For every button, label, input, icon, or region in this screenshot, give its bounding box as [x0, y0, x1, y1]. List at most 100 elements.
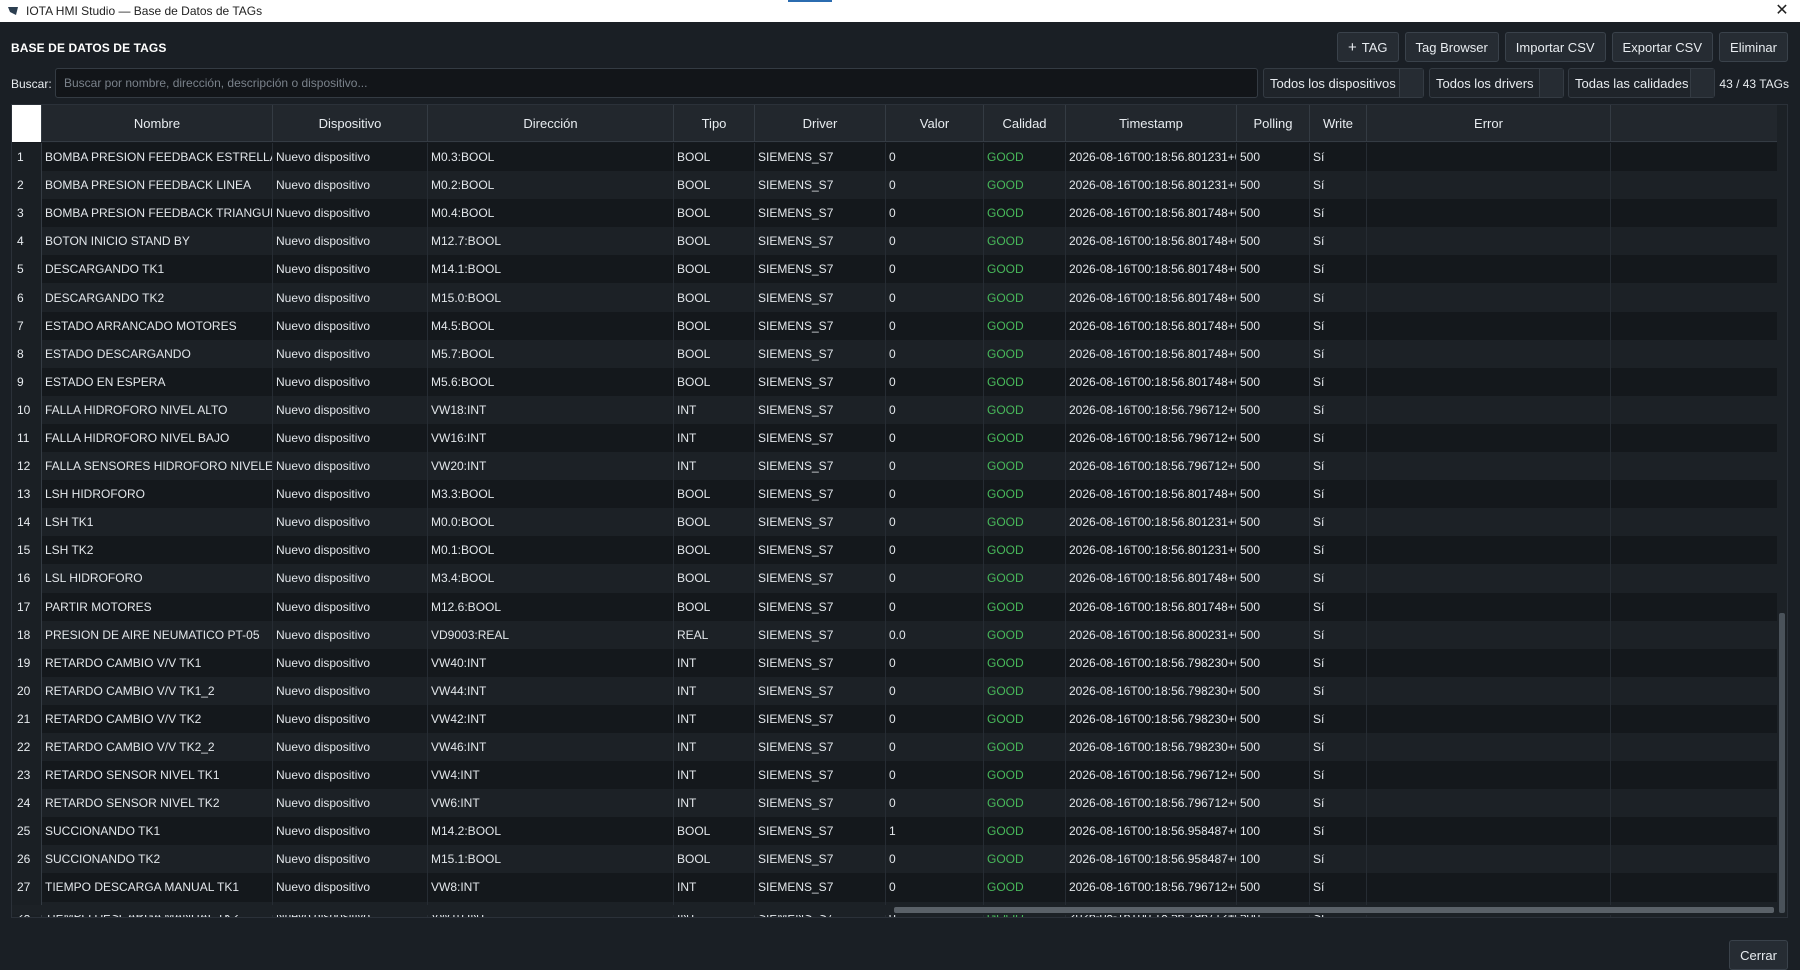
cell-write[interactable]: Sí	[1310, 367, 1367, 396]
driver-filter-select[interactable]: Todos los drivers	[1429, 68, 1564, 98]
cell-value[interactable]: 0	[886, 704, 984, 733]
cell-error[interactable]	[1367, 704, 1611, 733]
cell-timestamp[interactable]: 2026-08-16T00:18:56.796712+00:...	[1066, 452, 1237, 481]
column-header-error[interactable]: Error	[1367, 105, 1611, 142]
cell-device[interactable]: Nuevo dispositivo	[273, 620, 428, 649]
cell-address[interactable]: M12.7:BOOL	[428, 227, 674, 256]
cell-timestamp[interactable]: 2026-08-16T00:18:56.798230+00:...	[1066, 704, 1237, 733]
cell-value[interactable]: 0.0	[886, 620, 984, 649]
cell-address[interactable]: M0.3:BOOL	[428, 143, 674, 172]
cell-quality[interactable]: GOOD	[984, 592, 1066, 621]
cell-type[interactable]: REAL	[674, 620, 755, 649]
cell-driver[interactable]: SIEMENS_S7	[755, 536, 886, 565]
cell-address[interactable]: M3.4:BOOL	[428, 564, 674, 593]
cell-name[interactable]: DESCARGANDO TK2	[42, 283, 273, 312]
cell-name[interactable]: ESTADO DESCARGANDO	[42, 339, 273, 368]
cell-driver[interactable]: SIEMENS_S7	[755, 732, 886, 762]
table-row[interactable]: 25 SUCCIONANDO TK1 Nuevo dispositivo M14.2:…	[12, 817, 1777, 846]
cell-value[interactable]: 1	[886, 817, 984, 846]
cell-name[interactable]: RETARDO CAMBIO V/V TK1_2	[42, 676, 273, 705]
import-csv-button[interactable]: Importar CSV	[1504, 32, 1606, 62]
cell-address[interactable]: VW18:INT	[428, 395, 674, 424]
row-number-cell[interactable]: 18	[12, 620, 42, 649]
cell-device[interactable]: Nuevo dispositivo	[273, 676, 428, 705]
cell-value[interactable]: 0	[886, 283, 984, 312]
cell-timestamp[interactable]: 2026-08-16T00:18:56.796712+00:...	[1066, 423, 1237, 453]
cell-driver[interactable]: SIEMENS_S7	[755, 452, 886, 481]
cell-address[interactable]: VW4:INT	[428, 761, 674, 790]
cell-name[interactable]: RETARDO SENSOR NIVEL TK1	[42, 761, 273, 790]
table-row[interactable]: 7 ESTADO ARRANCADO MOTORES Nuevo dispositi…	[12, 311, 1777, 340]
row-number-cell[interactable]: 2	[12, 171, 42, 200]
cell-polling[interactable]: 500	[1237, 704, 1310, 733]
cell-name[interactable]: SUCCIONANDO TK1	[42, 817, 273, 846]
cell-write[interactable]: Sí	[1310, 789, 1367, 818]
cell-quality[interactable]: GOOD	[984, 817, 1066, 846]
row-number-cell[interactable]: 27	[12, 873, 42, 902]
cell-timestamp[interactable]: 2026-08-16T00:18:56.801748+00:...	[1066, 592, 1237, 621]
column-header-polling[interactable]: Polling	[1237, 105, 1310, 142]
column-header-timestamp[interactable]: Timestamp	[1066, 105, 1237, 142]
cell-write[interactable]: Sí	[1310, 395, 1367, 424]
cell-write[interactable]: Sí	[1310, 143, 1367, 172]
cell-error[interactable]	[1367, 789, 1611, 818]
cell-type[interactable]: INT	[674, 732, 755, 762]
cell-driver[interactable]: SIEMENS_S7	[755, 789, 886, 818]
cell-type[interactable]: BOOL	[674, 536, 755, 565]
cell-device[interactable]: Nuevo dispositivo	[273, 395, 428, 424]
cell-address[interactable]: VD9003:REAL	[428, 620, 674, 649]
cell-polling[interactable]: 500	[1237, 564, 1310, 593]
cell-value[interactable]: 0	[886, 592, 984, 621]
cell-type[interactable]: INT	[674, 761, 755, 790]
close-button[interactable]: Cerrar	[1729, 940, 1788, 970]
cell-value[interactable]: 0	[886, 395, 984, 424]
row-number-cell[interactable]: 9	[12, 367, 42, 396]
cell-error[interactable]	[1367, 423, 1611, 453]
cell-address[interactable]: VW42:INT	[428, 704, 674, 733]
cell-write[interactable]: Sí	[1310, 564, 1367, 593]
cell-timestamp[interactable]: 2026-08-16T00:18:56.801748+00:...	[1066, 311, 1237, 340]
row-number-cell[interactable]: 10	[12, 395, 42, 424]
table-row[interactable]: 19 RETARDO CAMBIO V/V TK1 Nuevo dispositiv…	[12, 648, 1777, 677]
cell-quality[interactable]: GOOD	[984, 367, 1066, 396]
cell-name[interactable]: LSH TK1	[42, 508, 273, 537]
cell-timestamp[interactable]: 2026-08-16T00:18:56.958487+00:...	[1066, 845, 1237, 874]
column-header-driver[interactable]: Driver	[755, 105, 886, 142]
cell-write[interactable]: Sí	[1310, 283, 1367, 312]
cell-device[interactable]: Nuevo dispositivo	[273, 255, 428, 284]
cell-error[interactable]	[1367, 199, 1611, 228]
cell-address[interactable]: M0.4:BOOL	[428, 199, 674, 228]
table-row[interactable]: 13 LSH HIDROFORO Nuevo dispositivo M3.3:BOO…	[12, 480, 1777, 509]
cell-type[interactable]: BOOL	[674, 817, 755, 846]
cell-name[interactable]: SUCCIONANDO TK2	[42, 845, 273, 874]
cell-polling[interactable]: 500	[1237, 676, 1310, 705]
table-row[interactable]: 22 RETARDO CAMBIO V/V TK2_2 Nuevo disposit…	[12, 732, 1777, 762]
cell-polling[interactable]: 500	[1237, 508, 1310, 537]
delete-button[interactable]: Eliminar	[1719, 32, 1788, 62]
cell-error[interactable]	[1367, 480, 1611, 509]
cell-device[interactable]: Nuevo dispositivo	[273, 171, 428, 200]
column-header-address[interactable]: Dirección	[428, 105, 674, 142]
cell-driver[interactable]: SIEMENS_S7	[755, 845, 886, 874]
cell-device[interactable]: Nuevo dispositivo	[273, 339, 428, 368]
cell-type[interactable]: INT	[674, 395, 755, 424]
cell-type[interactable]: BOOL	[674, 227, 755, 256]
cell-timestamp[interactable]: 2026-08-16T00:18:56.801748+00:...	[1066, 367, 1237, 396]
cell-error[interactable]	[1367, 761, 1611, 790]
row-number-cell[interactable]: 24	[12, 789, 42, 818]
cell-address[interactable]: M14.1:BOOL	[428, 255, 674, 284]
cell-quality[interactable]: GOOD	[984, 536, 1066, 565]
table-row[interactable]: 8 ESTADO DESCARGANDO Nuevo dispositivo M5.7…	[12, 339, 1777, 368]
cell-driver[interactable]: SIEMENS_S7	[755, 227, 886, 256]
cell-timestamp[interactable]: 2026-08-16T00:18:56.796712+00:...	[1066, 873, 1237, 902]
cell-driver[interactable]: SIEMENS_S7	[755, 395, 886, 424]
cell-address[interactable]: M4.5:BOOL	[428, 311, 674, 340]
cell-value[interactable]: 0	[886, 564, 984, 593]
table-row[interactable]: 4 BOTON INICIO STAND BY Nuevo dispositivo M…	[12, 227, 1777, 256]
cell-polling[interactable]: 500	[1237, 283, 1310, 312]
cell-type[interactable]: INT	[674, 873, 755, 902]
cell-driver[interactable]: SIEMENS_S7	[755, 171, 886, 200]
cell-write[interactable]: Sí	[1310, 845, 1367, 874]
cell-address[interactable]: M15.1:BOOL	[428, 845, 674, 874]
row-number-cell[interactable]: 8	[12, 339, 42, 368]
